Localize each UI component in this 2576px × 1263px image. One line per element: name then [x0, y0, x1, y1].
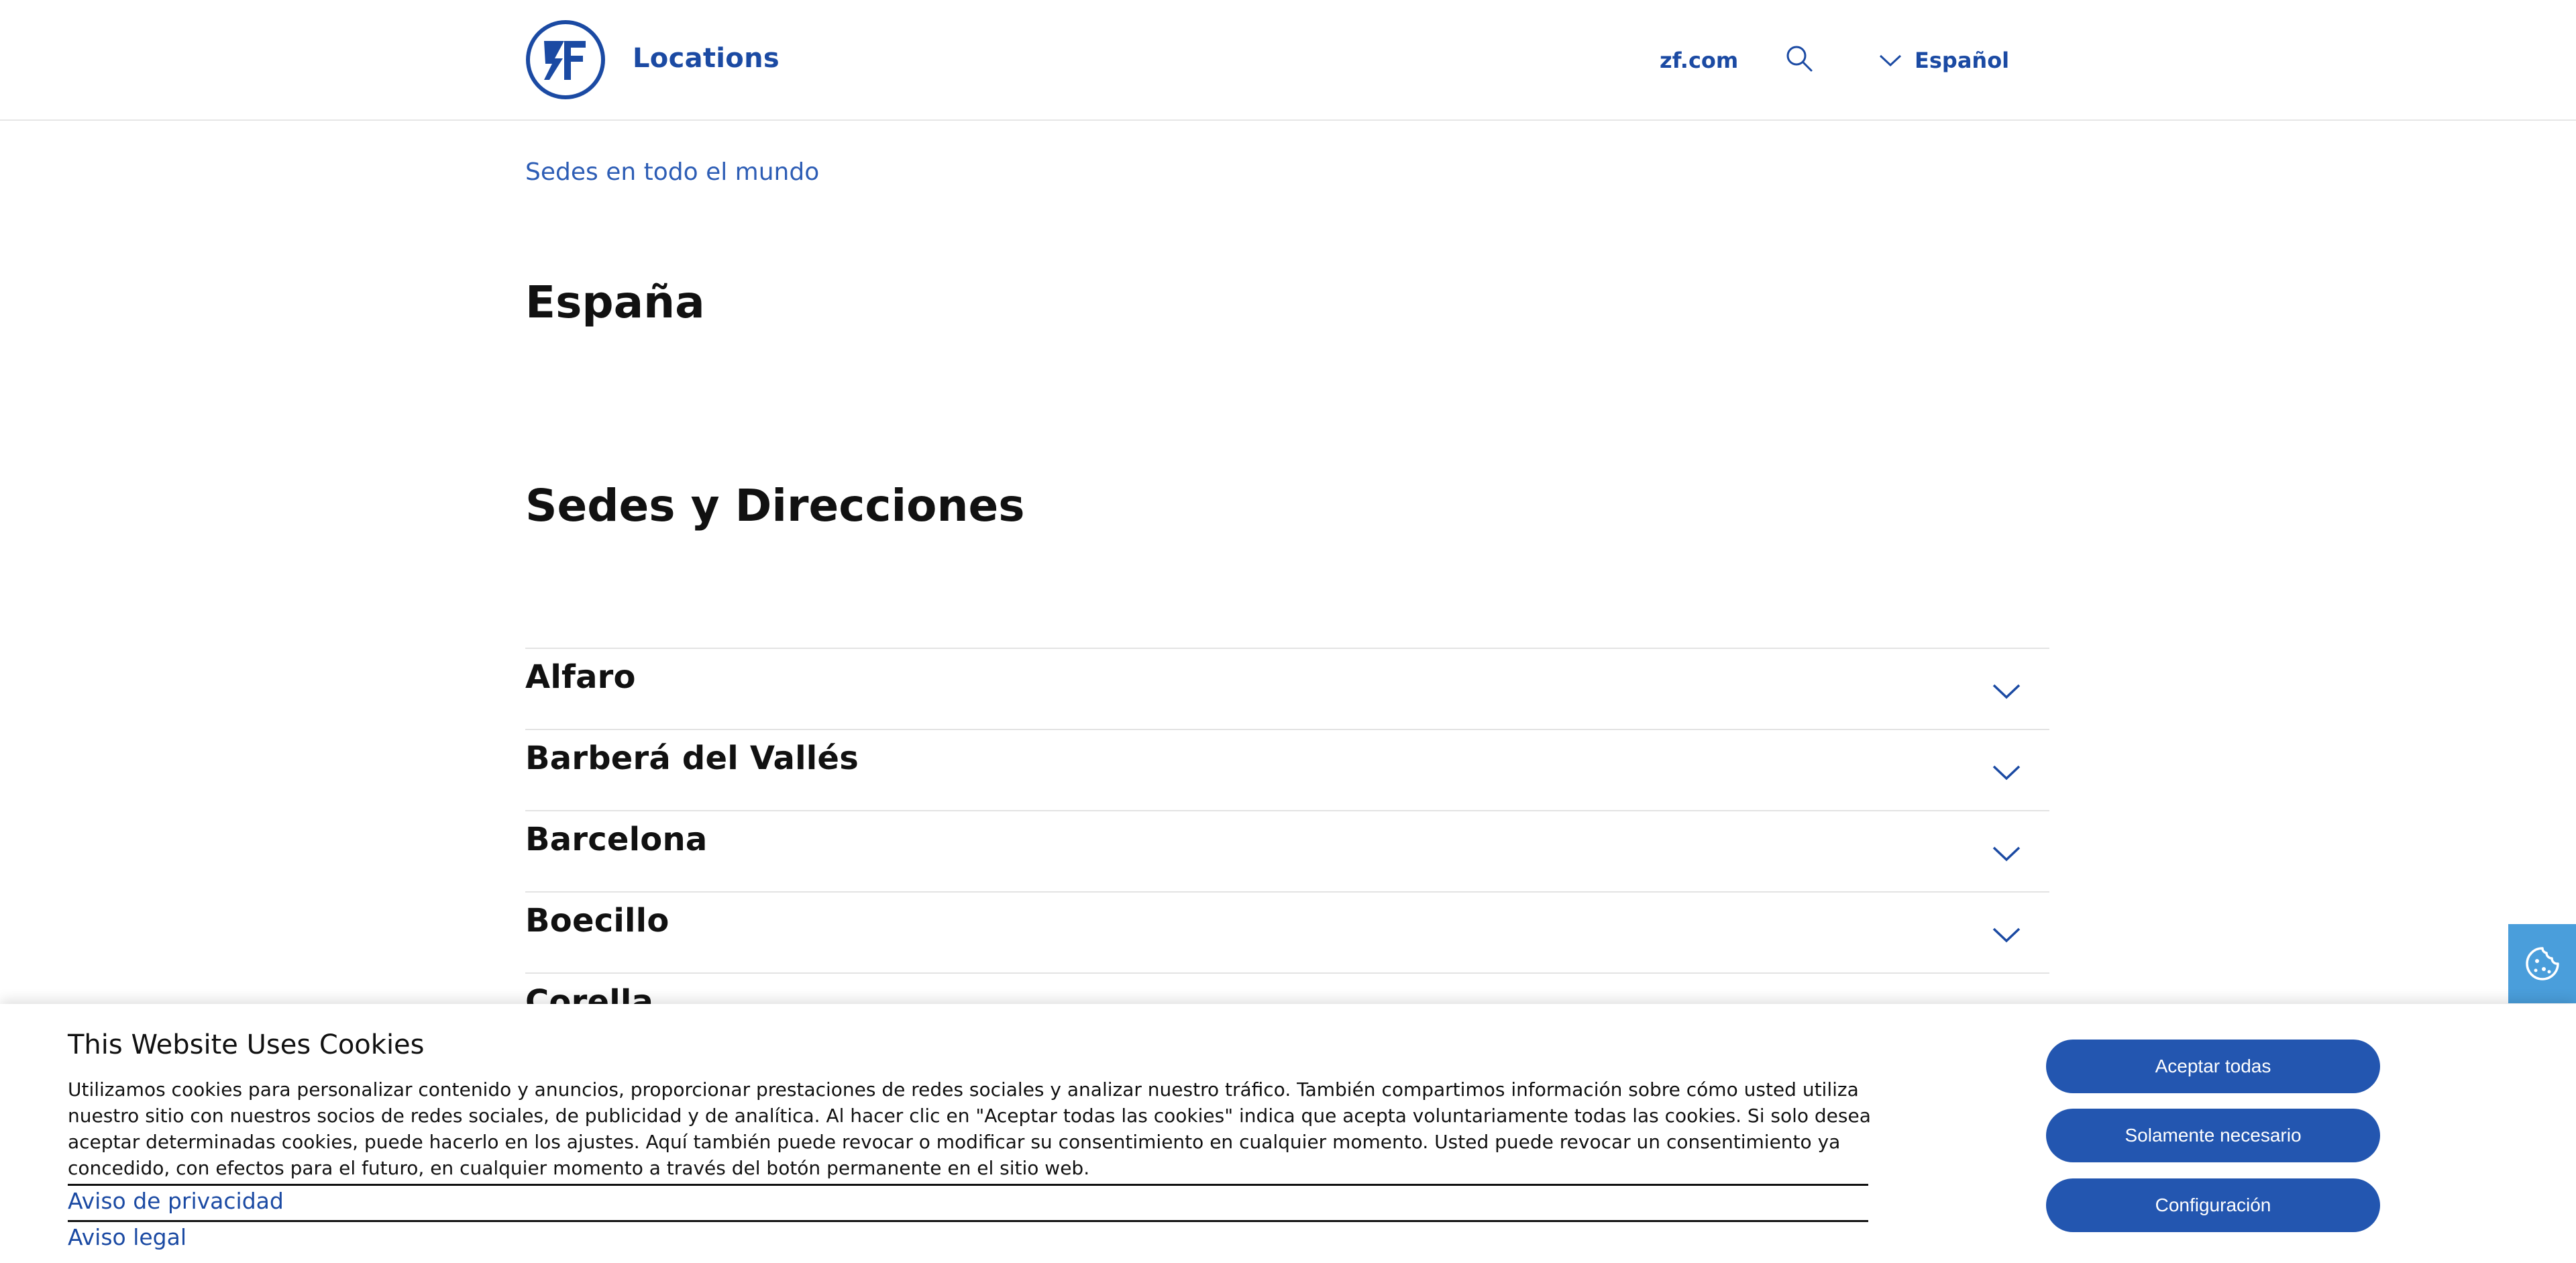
accordion-item-label: Barberá del Vallés: [525, 740, 859, 777]
language-selector[interactable]: Español: [1878, 46, 2009, 75]
accordion-item[interactable]: Barberá del Vallés: [525, 729, 2049, 810]
section-title: Sedes y Direcciones: [525, 480, 1025, 532]
accordion-item-label: Boecillo: [525, 902, 669, 940]
only-necessary-button[interactable]: Solamente necesario: [2046, 1109, 2380, 1162]
accordion-item-label: Alfaro: [525, 658, 636, 696]
divider: [68, 1184, 1868, 1186]
chevron-down-icon: [1992, 846, 2021, 862]
language-label: Español: [1915, 48, 2010, 73]
cookie-settings-button[interactable]: Configuración: [2046, 1178, 2380, 1232]
accept-all-button[interactable]: Aceptar todas: [2046, 1040, 2380, 1093]
cookie-banner-text: Utilizamos cookies para personalizar con…: [68, 1078, 1871, 1179]
chevron-down-icon: [1879, 54, 1902, 67]
accordion-item[interactable]: Boecillo: [525, 891, 2049, 972]
privacy-notice-link[interactable]: Aviso de privacidad: [68, 1188, 284, 1214]
cookie-settings-tab[interactable]: [2508, 924, 2576, 1003]
locations-accordion: Alfaro Barberá del Vallés Barcelona Boec…: [525, 648, 2049, 1054]
legal-notice-link[interactable]: Aviso legal: [68, 1224, 186, 1250]
accordion-item-label: Barcelona: [525, 821, 708, 858]
search-icon[interactable]: [1785, 44, 1813, 72]
site-header: Locations zf.com Español: [0, 0, 2576, 121]
zf-logo[interactable]: [525, 19, 606, 100]
cookie-icon: [2525, 947, 2559, 980]
chevron-down-icon: [1992, 927, 2021, 943]
cookie-banner-title: This Website Uses Cookies: [68, 1029, 425, 1060]
divider: [68, 1220, 1868, 1222]
chevron-down-icon: [1992, 684, 2021, 699]
site-name[interactable]: Locations: [633, 43, 780, 74]
chevron-down-icon: [1992, 765, 2021, 780]
zf-com-link[interactable]: zf.com: [1660, 48, 1738, 73]
accordion-item[interactable]: Barcelona: [525, 810, 2049, 891]
page-title: España: [525, 276, 705, 328]
breadcrumb[interactable]: Sedes en todo el mundo: [525, 158, 819, 186]
accordion-item[interactable]: Alfaro: [525, 648, 2049, 729]
cookie-banner: This Website Uses Cookies Utilizamos coo…: [0, 1004, 2576, 1263]
